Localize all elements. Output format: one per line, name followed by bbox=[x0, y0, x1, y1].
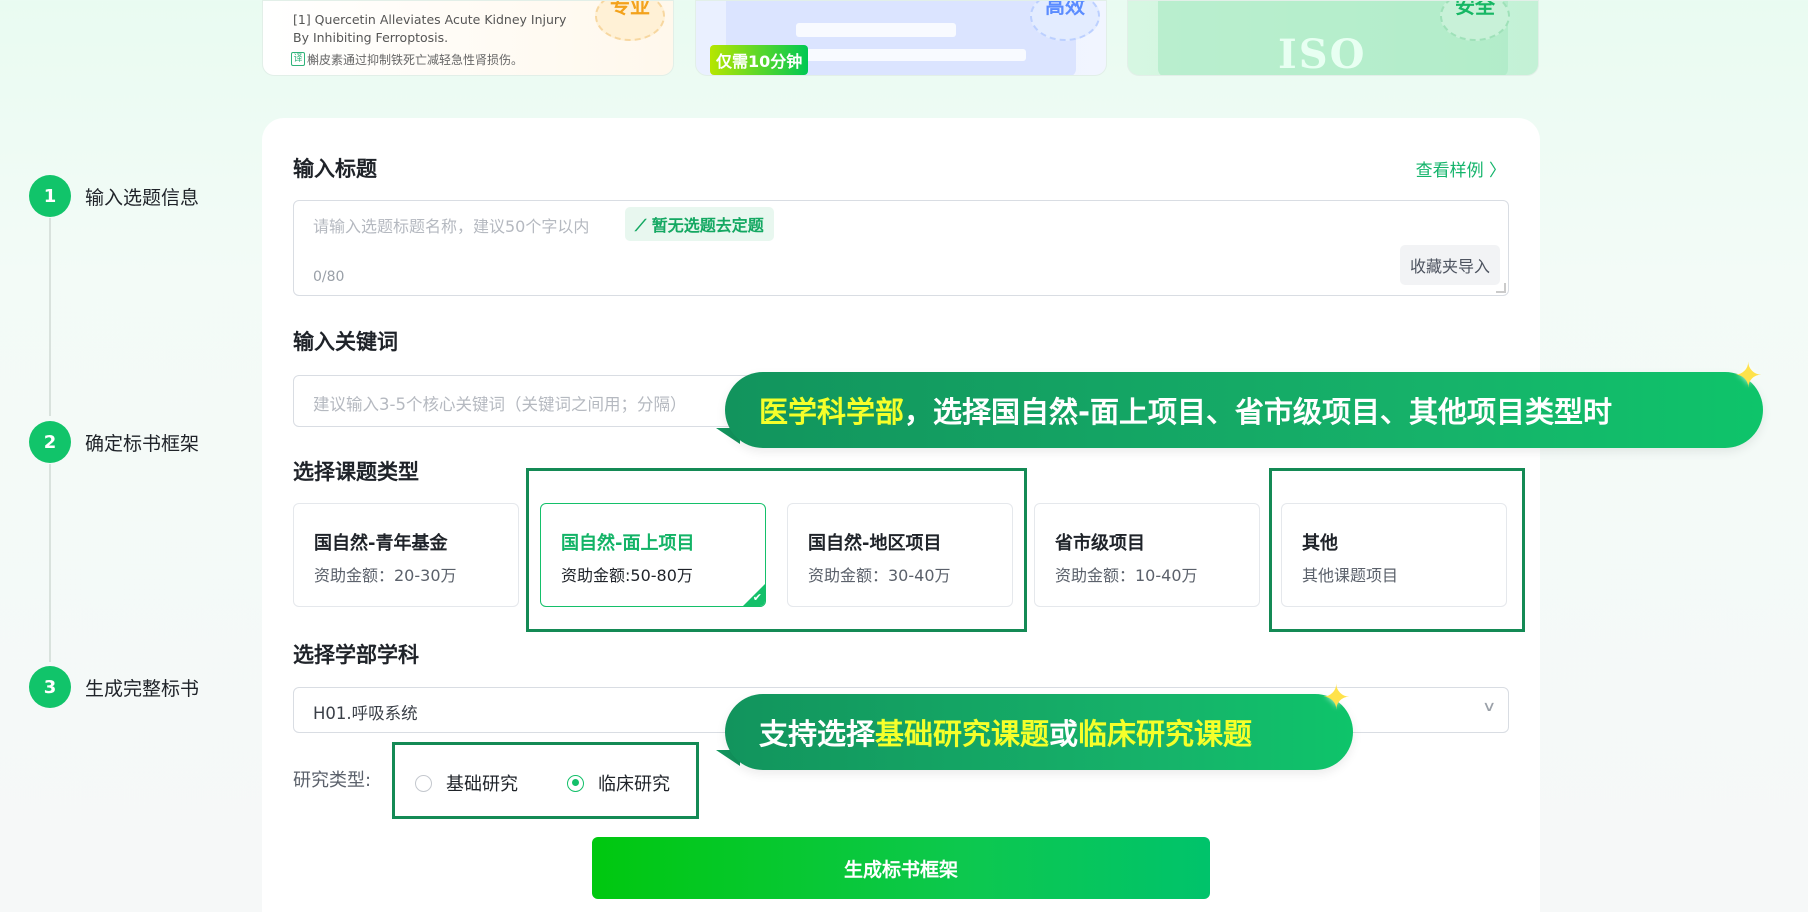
preview-bar bbox=[796, 49, 1026, 61]
seal-professional: 专业 bbox=[595, 1, 665, 41]
translate-icon: 译 bbox=[291, 52, 305, 66]
highlight-box-national bbox=[526, 468, 1027, 632]
resize-handle-icon[interactable] bbox=[1496, 283, 1506, 293]
callout-type-tip: 医学科学部 ，选择国自然-面上项目、省市级项目、其他项目类型时 bbox=[725, 372, 1763, 448]
step-number: 2 bbox=[29, 421, 71, 463]
view-sample-link[interactable]: 查看样例 〉 bbox=[1416, 156, 1506, 181]
callout-highlight: 医学科学部 bbox=[759, 395, 905, 429]
callout-text: 或 bbox=[1049, 717, 1079, 751]
step-number: 3 bbox=[29, 666, 71, 708]
highlight-box-other bbox=[1269, 468, 1525, 632]
type-sub: 资助金额：20-30万 bbox=[314, 566, 457, 585]
feature-card-efficient: 仅需10分钟 高效 bbox=[695, 0, 1107, 76]
keyword-section-heading: 输入关键词 bbox=[293, 330, 398, 354]
step-1: 1 输入选题信息 bbox=[29, 175, 199, 217]
callout-research-tip: 支持选择 基础研究课题或临床研究课题 bbox=[725, 694, 1353, 770]
research-type-label: 研究类型: bbox=[293, 770, 372, 791]
step-connector bbox=[49, 218, 51, 416]
sparkle-icon: ✦ bbox=[1322, 678, 1351, 718]
keyword-placeholder: 建议输入3-5个核心关键词（关键词之间用；分隔） bbox=[313, 395, 687, 414]
title-textarea[interactable]: 请输入选题标题名称，建议50个字以内 ⟋ 暂无选题去定题 0/80 收藏夹导入 bbox=[293, 200, 1509, 296]
subject-value: H01.呼吸系统 bbox=[313, 704, 418, 723]
chevron-down-icon: ∨ bbox=[1481, 699, 1497, 715]
type-title: 国自然-青年基金 bbox=[314, 533, 448, 554]
char-count: 0/80 bbox=[313, 269, 345, 285]
generate-framework-button[interactable]: 生成标书框架 bbox=[592, 837, 1210, 899]
step-label: 输入选题信息 bbox=[85, 186, 200, 209]
step-2: 2 确定标书框架 bbox=[29, 421, 199, 463]
callout-highlight: 基础研究课题 bbox=[875, 717, 1050, 751]
title-placeholder: 请输入选题标题名称，建议50个字以内 bbox=[313, 217, 590, 236]
type-title: 省市级项目 bbox=[1055, 533, 1145, 554]
step-number: 1 bbox=[29, 175, 71, 217]
type-card-youth-fund[interactable]: 国自然-青年基金 资助金额：20-30万 bbox=[293, 503, 519, 607]
step-label: 确定标书框架 bbox=[85, 432, 200, 455]
no-topic-button[interactable]: ⟋ 暂无选题去定题 bbox=[625, 207, 774, 241]
type-card-provincial[interactable]: 省市级项目 资助金额：10-40万 bbox=[1034, 503, 1260, 607]
callout-highlight: 临床研究课题 bbox=[1078, 717, 1253, 751]
reference-chinese: 槲皮素通过抑制铁死亡减轻急性肾损伤。 bbox=[307, 53, 524, 67]
reference-english: [1] Quercetin Alleviates Acute Kidney In… bbox=[293, 12, 567, 45]
sparkle-icon: ✦ bbox=[1734, 356, 1763, 396]
preview-bar bbox=[796, 23, 956, 37]
step-3: 3 生成完整标书 bbox=[29, 666, 199, 708]
favorites-import-button[interactable]: 收藏夹导入 bbox=[1399, 245, 1500, 285]
callout-text: 支持选择 bbox=[759, 717, 876, 751]
highlight-box-research-type bbox=[392, 742, 699, 819]
callout-text: ，选择国自然-面上项目、省市级项目、其他项目类型时 bbox=[904, 395, 1613, 429]
feature-card-secure: ISO 安全 bbox=[1127, 0, 1539, 76]
type-section-heading: 选择课题类型 bbox=[293, 460, 419, 484]
step-label: 生成完整标书 bbox=[85, 677, 200, 700]
type-sub: 资助金额：10-40万 bbox=[1055, 566, 1198, 585]
subject-section-heading: 选择学部学科 bbox=[293, 643, 419, 667]
step-connector bbox=[49, 464, 51, 662]
iso-logo: ISO bbox=[1278, 31, 1367, 76]
title-section-heading: 输入标题 bbox=[293, 157, 377, 181]
feature-card-professional: [1] Quercetin Alleviates Acute Kidney In… bbox=[262, 0, 674, 76]
time-tag: 仅需10分钟 bbox=[710, 45, 809, 75]
